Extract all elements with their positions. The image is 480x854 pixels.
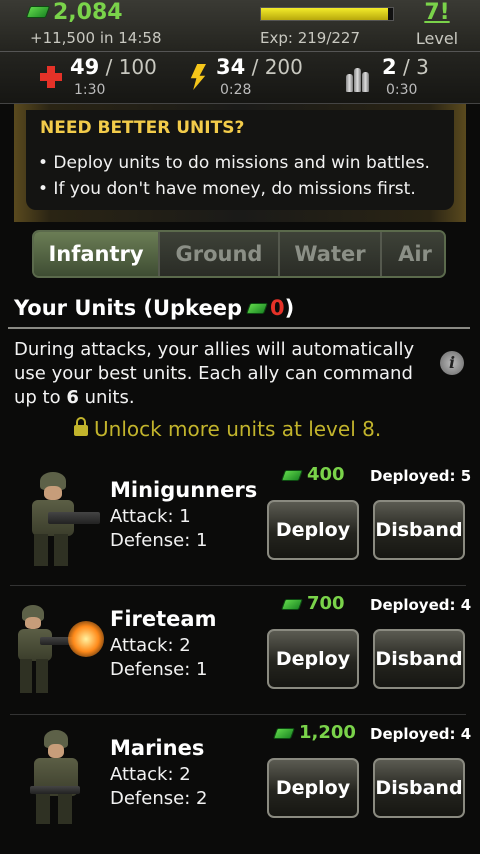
- unlock-text: Unlock more units at level 8.: [94, 417, 382, 441]
- unit-deployed-count: Deployed: 5: [370, 467, 472, 485]
- exp-progress-fill: [261, 8, 389, 20]
- unit-deployed-count: Deployed: 4: [370, 596, 472, 614]
- unit-attack: Attack: 2: [110, 764, 191, 785]
- cash-icon: [245, 302, 268, 314]
- health-max: 100: [118, 55, 157, 79]
- unit-defense: Defense: 1: [110, 530, 208, 551]
- ammo-timer: 0:30: [386, 82, 418, 98]
- unit-row-marines: Marines Attack: 2 Defense: 2 1,200 Deplo…: [0, 716, 480, 844]
- ammo-max: 3: [416, 55, 429, 79]
- unit-row-minigunners: Minigunners Attack: 1 Defense: 1 400 Dep…: [0, 458, 480, 586]
- tab-air[interactable]: Air: [382, 232, 444, 276]
- resource-stats: 49 / 100 1:30 34 / 200 0:28 2 / 3 0:30: [0, 52, 480, 104]
- unit-attack: Attack: 2: [110, 635, 191, 656]
- ammo-current: 2: [382, 55, 397, 79]
- ammo-icon: [344, 64, 372, 92]
- section-title-close: ): [284, 296, 295, 320]
- unit-cost-value: 400: [307, 464, 345, 485]
- unit-cost: 400: [280, 464, 345, 485]
- minigunner-image: [8, 466, 104, 570]
- section-title: Your Units (Upkeep 0): [14, 296, 294, 320]
- section-divider: [8, 327, 470, 329]
- tip-title: NEED BETTER UNITS?: [40, 118, 245, 138]
- cash-icon: [280, 469, 304, 481]
- tip-line: • Deploy units to do missions and win ba…: [38, 153, 430, 173]
- unit-cost-value: 700: [307, 593, 345, 614]
- energy-max: 200: [264, 55, 303, 79]
- section-description: During attacks, your allies will automat…: [14, 338, 434, 410]
- unit-cost: 700: [280, 593, 345, 614]
- desc-text-end: units.: [78, 387, 135, 408]
- row-divider: [10, 585, 466, 586]
- cash-icon: [25, 6, 51, 18]
- level-label: Level: [415, 29, 459, 48]
- tab-water[interactable]: Water: [280, 232, 382, 276]
- cash-icon: [272, 727, 296, 739]
- unit-category-tabs: Infantry Ground Water Air: [32, 230, 446, 278]
- cash-amount: 2,084: [53, 0, 123, 25]
- unit-defense: Defense: 2: [110, 788, 208, 809]
- tip-line: • If you don't have money, do missions f…: [38, 179, 416, 199]
- disband-button[interactable]: Disband: [373, 629, 465, 689]
- level-number[interactable]: 7!: [414, 0, 460, 25]
- unit-defense: Defense: 1: [110, 659, 208, 680]
- marine-image: [8, 724, 104, 828]
- exp-label: Exp: 219/227: [260, 29, 361, 47]
- unit-name: Minigunners: [110, 478, 258, 502]
- health-timer: 1:30: [74, 82, 106, 98]
- income-timer: +11,500 in 14:58: [30, 29, 162, 47]
- disband-button[interactable]: Disband: [373, 758, 465, 818]
- unit-cost-value: 1,200: [299, 722, 356, 743]
- disband-button[interactable]: Disband: [373, 500, 465, 560]
- section-title-text: Your Units (Upkeep: [14, 296, 242, 320]
- unit-attack: Attack: 1: [110, 506, 191, 527]
- health-current: 49: [70, 55, 100, 79]
- unit-name: Marines: [110, 736, 205, 760]
- desc-count: 6: [66, 387, 79, 408]
- info-icon[interactable]: i: [440, 351, 464, 375]
- upkeep-value: 0: [269, 296, 285, 320]
- status-bar: 2,084 +11,500 in 14:58 Exp: 219/227 7! L…: [0, 0, 480, 52]
- energy-timer: 0:28: [220, 82, 252, 98]
- tab-infantry[interactable]: Infantry: [34, 232, 160, 276]
- unit-name: Fireteam: [110, 607, 217, 631]
- fireteam-image: [8, 595, 104, 699]
- unit-cost: 1,200: [272, 722, 356, 743]
- exp-progress-bar: [260, 7, 394, 21]
- tab-ground[interactable]: Ground: [160, 232, 280, 276]
- deploy-button[interactable]: Deploy: [267, 758, 359, 818]
- deploy-button[interactable]: Deploy: [267, 500, 359, 560]
- unit-row-fireteam: Fireteam Attack: 2 Defense: 1 700 Deploy…: [0, 587, 480, 715]
- cash-icon: [280, 598, 304, 610]
- energy-bolt-icon: [190, 64, 206, 90]
- energy-current: 34: [216, 55, 246, 79]
- unit-deployed-count: Deployed: 4: [370, 725, 472, 743]
- row-divider: [10, 714, 466, 715]
- unlock-notice: Unlock more units at level 8.: [74, 417, 381, 441]
- deploy-button[interactable]: Deploy: [267, 629, 359, 689]
- lock-icon: [74, 417, 88, 436]
- health-cross-icon: [40, 66, 62, 88]
